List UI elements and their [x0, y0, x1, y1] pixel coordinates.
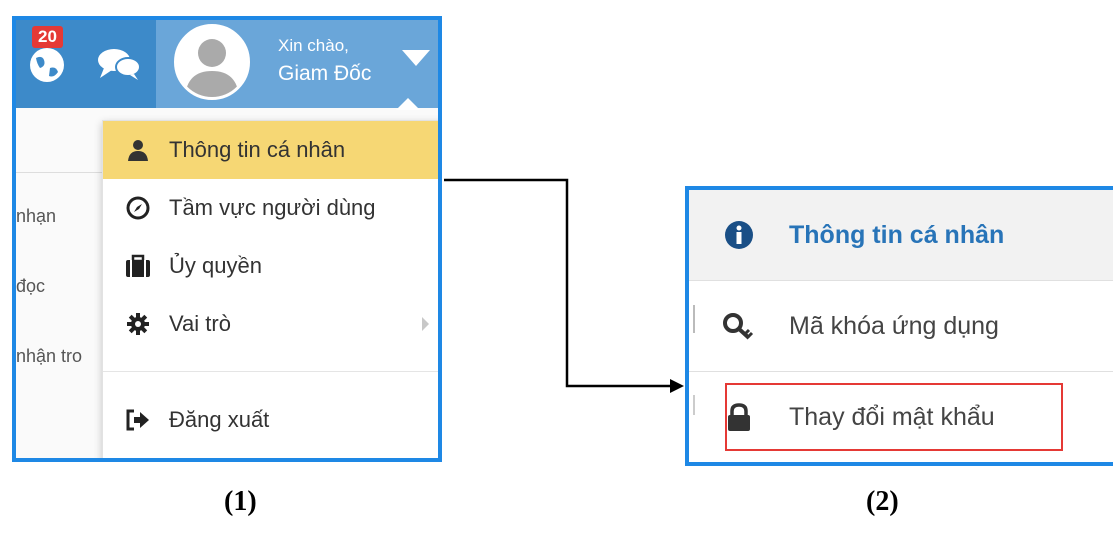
menu-item-label: Thông tin cá nhân [169, 137, 346, 162]
user-dropdown-menu: Thông tin cá nhân Tầm vực người dùng Ủy … [102, 120, 438, 458]
menu-item-app-key[interactable]: Mã khóa ứng dụng [689, 280, 1113, 371]
compass-icon [125, 195, 151, 221]
user-avatar-icon [185, 39, 239, 97]
menu-item-user-scope[interactable]: Tầm vực người dùng [103, 179, 438, 237]
divider [16, 172, 102, 173]
username-text: Giam Đốc [278, 62, 372, 85]
menu-item-label: Đăng xuất [169, 407, 270, 432]
highlight-box [725, 383, 1063, 451]
chevron-down-icon[interactable] [402, 50, 430, 66]
background-item: đọc [16, 276, 46, 296]
menu-item-label: Thông tin cá nhân [789, 220, 1005, 249]
menu-item-personal-info[interactable]: Thông tin cá nhân [689, 190, 1113, 280]
panel-1-user-dropdown: 20 Xin chào, Giam Đốc nhạn đọc nhận tro [12, 16, 442, 462]
top-navbar: 20 Xin chào, Giam Đốc [16, 20, 438, 108]
key-icon [723, 310, 755, 342]
briefcase-icon [125, 253, 151, 279]
globe-icon[interactable] [28, 46, 66, 84]
menu-item-personal-info[interactable]: Thông tin cá nhân [103, 121, 438, 179]
menu-item-label: Tầm vực người dùng [169, 195, 376, 220]
menu-item-roles[interactable]: Vai trò [103, 295, 438, 353]
menu-item-delegation[interactable]: Ủy quyền [103, 237, 438, 295]
user-menu-toggle[interactable]: Xin chào, Giam Đốc [156, 20, 438, 108]
menu-item-label: Ủy quyền [169, 253, 262, 278]
menu-item-label: Vai trò [169, 311, 231, 336]
chat-icon[interactable] [96, 46, 142, 82]
user-icon [125, 137, 151, 163]
background-item: nhạn [16, 206, 57, 226]
menu-divider [103, 371, 438, 372]
menu-item-label: Mã khóa ứng dụng [789, 311, 999, 340]
avatar[interactable] [174, 24, 250, 100]
menu-item-logout[interactable]: Đăng xuất [103, 391, 438, 449]
info-circle-icon [723, 219, 755, 251]
notification-badge[interactable]: 20 [32, 26, 63, 48]
sign-out-icon [125, 407, 151, 433]
chevron-right-icon [422, 317, 429, 331]
caption-2: (2) [866, 486, 899, 517]
panel-2-account-menu: ❮ Thông tin cá nhân Mã khóa ứng dụng Tha… [685, 186, 1113, 466]
caption-1: (1) [224, 486, 257, 517]
greeting-text: Xin chào, [278, 36, 349, 55]
dropdown-caret [396, 98, 420, 110]
background-item: nhận tro [16, 346, 83, 366]
gear-icon [125, 311, 151, 337]
